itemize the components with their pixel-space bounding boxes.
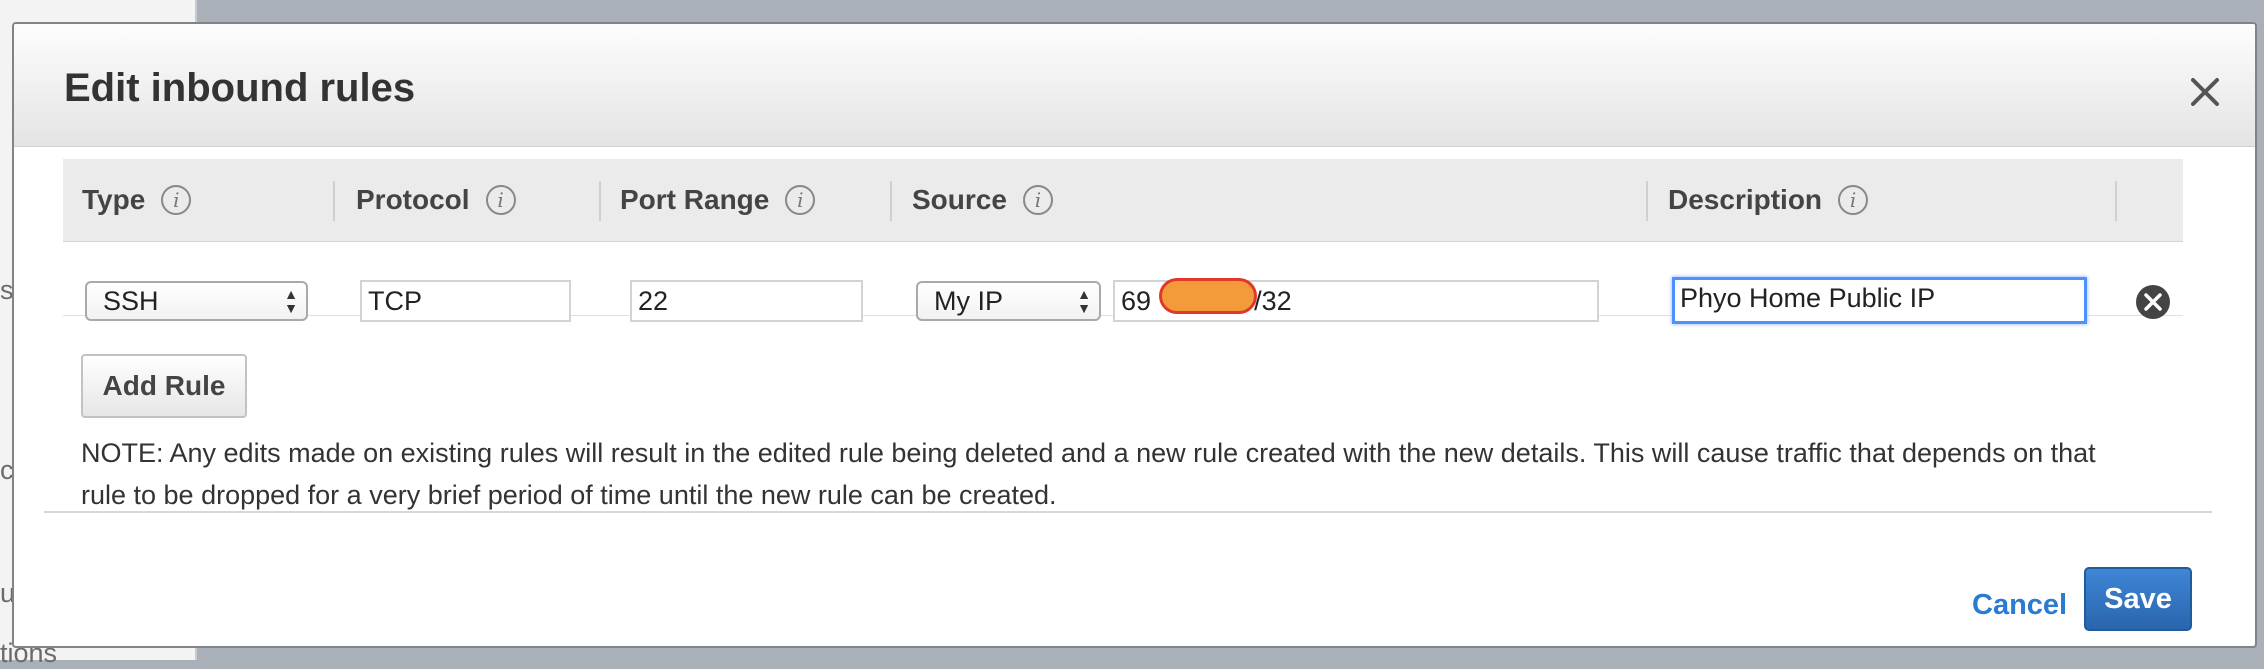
source-type-select[interactable]: My IP ▲ ▼: [916, 281, 1101, 321]
cancel-button[interactable]: Cancel: [1972, 589, 2067, 622]
edit-inbound-rules-modal: Edit inbound rules Type i Protocol i Por…: [12, 22, 2257, 648]
redaction-mark: [1159, 278, 1257, 314]
type-select[interactable]: SSH ▲ ▼: [85, 281, 308, 321]
info-icon[interactable]: i: [1022, 185, 1053, 215]
description-input[interactable]: Phyo Home Public IP: [1672, 277, 2087, 324]
port-range-value: 22: [638, 286, 669, 316]
column-header-label: Description: [1668, 184, 1823, 215]
close-icon[interactable]: [2185, 72, 2225, 112]
column-header-source: Source i: [912, 159, 1053, 241]
info-icon[interactable]: i: [485, 185, 516, 215]
protocol-field-value: TCP: [368, 286, 422, 316]
column-divider: [599, 181, 601, 221]
edit-warning-note: NOTE: Any edits made on existing rules w…: [81, 438, 2096, 510]
type-select-value: SSH: [103, 286, 159, 316]
footer-divider: [44, 511, 2212, 513]
modal-title: Edit inbound rules: [64, 66, 416, 110]
column-header-label: Port Range: [620, 184, 770, 215]
info-icon[interactable]: i: [785, 185, 816, 215]
source-cidr-prefix: 69: [1121, 286, 1152, 316]
column-header-description: Description i: [1668, 159, 1869, 241]
description-value: Phyo Home Public IP: [1680, 283, 1936, 313]
column-divider: [1646, 181, 1648, 221]
select-arrows-icon: ▲ ▼: [1077, 286, 1091, 316]
rules-table-header: Type i Protocol i Port Range i Source i …: [63, 159, 2183, 242]
protocol-field[interactable]: TCP: [360, 280, 571, 322]
column-header-label: Source: [912, 184, 1007, 215]
port-range-input[interactable]: 22: [630, 280, 863, 322]
add-rule-button[interactable]: Add Rule: [81, 354, 247, 418]
column-divider: [890, 181, 892, 221]
save-button[interactable]: Save: [2084, 567, 2192, 631]
column-divider: [2115, 181, 2117, 221]
column-header-type: Type i: [82, 159, 192, 241]
info-icon[interactable]: i: [161, 185, 192, 215]
select-arrows-icon: ▲ ▼: [284, 286, 298, 316]
source-type-value: My IP: [934, 286, 1004, 316]
column-header-protocol: Protocol i: [356, 159, 516, 241]
info-icon[interactable]: i: [1838, 185, 1869, 215]
rule-row: SSH ▲ ▼ TCP 22 My IP ▲ ▼ 69 3/32 Phyo Home …: [63, 242, 2183, 324]
remove-rule-icon[interactable]: [2135, 284, 2171, 320]
modal-header: Edit inbound rules: [14, 24, 2255, 147]
column-divider: [333, 181, 335, 221]
column-header-port-range: Port Range i: [620, 159, 816, 241]
column-header-label: Type: [82, 184, 146, 215]
column-header-label: Protocol: [356, 184, 470, 215]
